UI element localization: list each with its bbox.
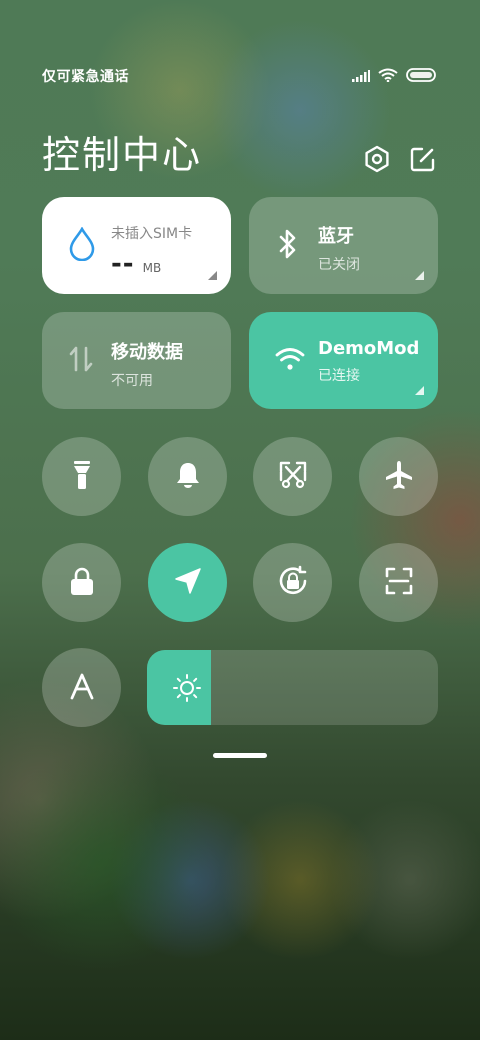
data-usage-unit: MB [142,261,162,275]
mobile-data-arrows-icon [68,344,94,378]
ringer-toggle[interactable] [148,437,227,516]
edit-icon[interactable] [408,144,438,174]
wifi-icon [275,347,305,375]
brightness-slider[interactable] [147,650,438,725]
sim-status-label: 未插入SIM卡 [111,226,193,242]
mobile-data-status: 不可用 [111,373,153,389]
location-arrow-icon [173,566,203,600]
sun-icon [173,674,201,706]
lock-screen-toggle[interactable] [42,543,121,622]
wifi-tile[interactable]: DemoMod 已连接 [249,312,438,409]
home-indicator[interactable] [213,753,267,758]
status-icons [352,67,436,86]
scan-icon [384,566,414,600]
mobile-data-tile[interactable]: 移动数据 不可用 [42,312,231,409]
bluetooth-icon [275,227,301,265]
scanner-toggle[interactable] [359,543,438,622]
page-title: 控制中心 [42,133,203,177]
expand-corner-icon [208,271,217,280]
flashlight-icon [69,459,95,495]
expand-corner-icon [415,271,424,280]
flashlight-toggle[interactable] [42,437,121,516]
data-usage-tile[interactable]: 未插入SIM卡 -- MB [42,197,231,294]
rotation-lock-icon [276,564,310,602]
bluetooth-label: 蓝牙 [318,226,354,247]
wifi-network-name: DemoMod [318,338,420,359]
screenshot-scissors-icon [278,460,308,494]
airplane-mode-toggle[interactable] [359,437,438,516]
auto-brightness-toggle[interactable] [42,648,121,727]
bluetooth-tile[interactable]: 蓝牙 已关闭 [249,197,438,294]
data-usage-value: -- [111,249,135,279]
airplane-icon [383,459,415,495]
lock-icon [68,565,96,601]
location-toggle[interactable] [148,543,227,622]
status-carrier-text: 仅可紧急通话 [42,69,129,85]
signal-icon [352,67,370,86]
wifi-status: 已连接 [318,368,360,384]
wifi-icon [378,67,398,86]
rotation-lock-toggle[interactable] [253,543,332,622]
water-drop-icon [68,225,96,265]
settings-hexagon-icon[interactable] [362,144,392,174]
mobile-data-label: 移动数据 [111,342,183,363]
expand-corner-icon [415,386,424,395]
letter-a-icon [69,672,95,704]
screenshot-toggle[interactable] [253,437,332,516]
bell-icon [174,460,202,494]
bluetooth-status: 已关闭 [318,257,360,273]
battery-icon [406,67,436,86]
